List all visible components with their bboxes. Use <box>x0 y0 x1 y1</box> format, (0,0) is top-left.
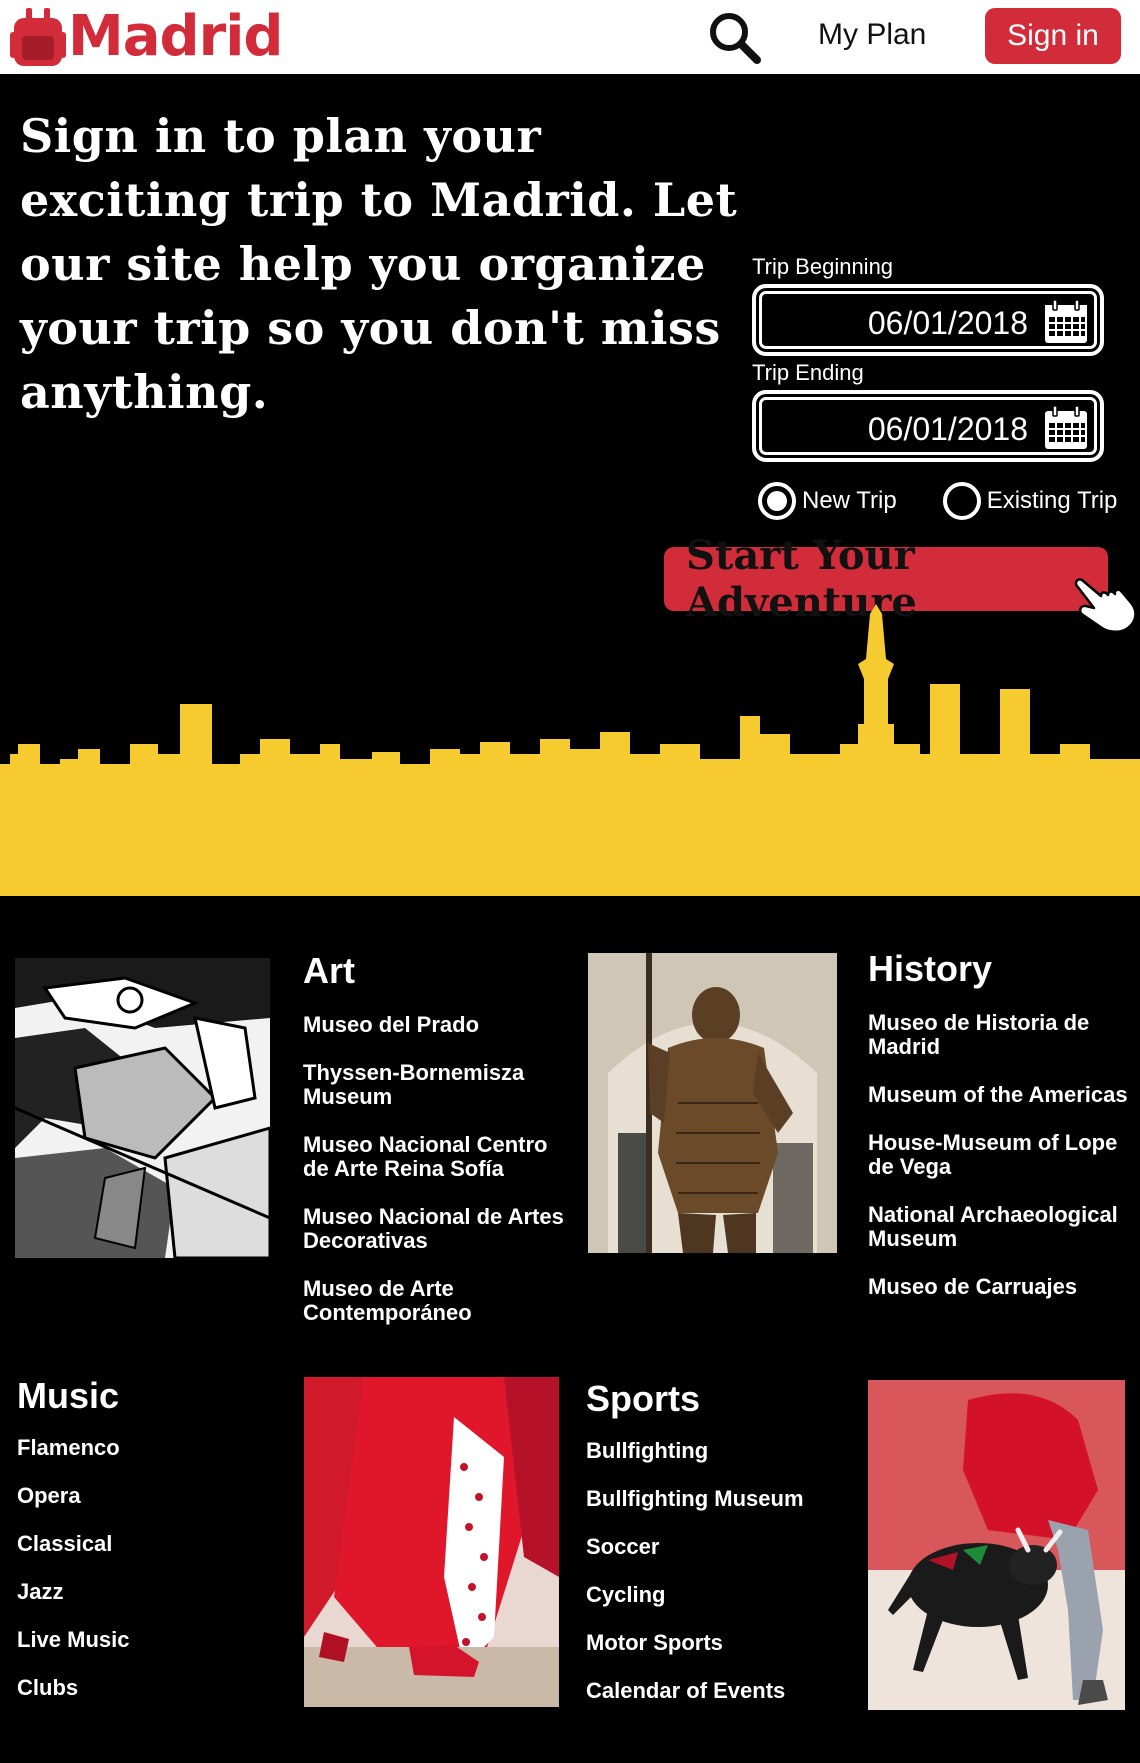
art-guernica-image <box>15 958 270 1258</box>
backpack-icon <box>10 8 66 66</box>
sports-item[interactable]: Bullfighting Museum <box>586 1487 826 1511</box>
sign-in-button[interactable]: Sign in <box>985 8 1121 64</box>
trip-beginning-field[interactable]: 06/01/2018 <box>752 284 1104 356</box>
trip-ending-field[interactable]: 06/01/2018 <box>752 390 1104 462</box>
music-item[interactable]: Clubs <box>17 1676 267 1700</box>
sports-item[interactable]: Cycling <box>586 1583 826 1607</box>
calendar-icon[interactable] <box>1042 298 1090 346</box>
art-item[interactable]: Thyssen-Bornemisza Museum <box>303 1061 573 1109</box>
music-item[interactable]: Classical <box>17 1532 267 1556</box>
my-plan-link[interactable]: My Plan <box>818 18 926 52</box>
art-item[interactable]: Museo Nacional Centro de Arte Reina Sofí… <box>303 1133 573 1181</box>
art-list: Museo del Prado Thyssen-Bornemisza Museu… <box>303 1013 573 1325</box>
trip-type-radio-group: New Trip Existing Trip <box>758 482 1117 520</box>
history-heading: History <box>868 948 993 989</box>
music-item[interactable]: Flamenco <box>17 1436 267 1460</box>
art-item[interactable]: Museo de Arte Contemporáneo <box>303 1277 573 1325</box>
existing-trip-radio[interactable] <box>942 482 981 520</box>
music-item[interactable]: Live Music <box>17 1628 267 1652</box>
radio-selected-dot <box>767 491 787 511</box>
music-item[interactable]: Opera <box>17 1484 267 1508</box>
art-item[interactable]: Museo Nacional de Artes Decorativas <box>303 1205 573 1253</box>
sports-item[interactable]: Motor Sports <box>586 1631 826 1655</box>
music-heading: Music <box>17 1375 120 1416</box>
trip-beginning-value: 06/01/2018 <box>867 305 1028 341</box>
sports-item[interactable]: Bullfighting <box>586 1439 826 1463</box>
hero-section: Sign in to plan your exciting trip to Ma… <box>0 74 1140 896</box>
calendar-icon[interactable] <box>1042 404 1090 452</box>
history-statue-image <box>588 953 837 1253</box>
start-adventure-button[interactable]: Start Your Adventure <box>664 532 1108 626</box>
history-list: Museo de Historia de Madrid Museum of th… <box>868 1011 1138 1299</box>
sports-list: Bullfighting Bullfighting Museum Soccer … <box>586 1439 826 1703</box>
history-item[interactable]: House-Museum of Lope de Vega <box>868 1131 1138 1179</box>
sports-bullfight-image <box>868 1380 1125 1710</box>
site-logo[interactable]: Madrid <box>10 4 283 70</box>
music-item[interactable]: Jazz <box>17 1580 267 1604</box>
madrid-skyline-illustration <box>0 604 1140 896</box>
site-header: Madrid My Plan Sign in <box>0 0 1140 74</box>
search-icon[interactable] <box>707 10 763 66</box>
trip-ending-value: 06/01/2018 <box>867 411 1028 447</box>
sports-item[interactable]: Soccer <box>586 1535 826 1559</box>
new-trip-label[interactable]: New Trip <box>802 487 897 515</box>
sports-item[interactable]: Calendar of Events <box>586 1679 826 1703</box>
logo-text: Madrid <box>68 4 283 69</box>
music-flamenco-image <box>304 1377 559 1707</box>
history-item[interactable]: National Archaeological Museum <box>868 1203 1138 1251</box>
music-list: Flamenco Opera Classical Jazz Live Music… <box>17 1436 267 1700</box>
trip-ending-label: Trip Ending <box>752 360 864 385</box>
history-item[interactable]: Museum of the Americas <box>868 1083 1138 1107</box>
sports-heading: Sports <box>586 1378 701 1419</box>
hero-headline: Sign in to plan your exciting trip to Ma… <box>20 109 738 419</box>
history-item[interactable]: Museo de Carruajes <box>868 1275 1138 1299</box>
history-item[interactable]: Museo de Historia de Madrid <box>868 1011 1138 1059</box>
existing-trip-label[interactable]: Existing Trip <box>987 487 1118 515</box>
new-trip-radio[interactable] <box>758 482 796 520</box>
art-heading: Art <box>303 950 355 991</box>
art-item[interactable]: Museo del Prado <box>303 1013 573 1037</box>
trip-beginning-label: Trip Beginning <box>752 254 894 279</box>
